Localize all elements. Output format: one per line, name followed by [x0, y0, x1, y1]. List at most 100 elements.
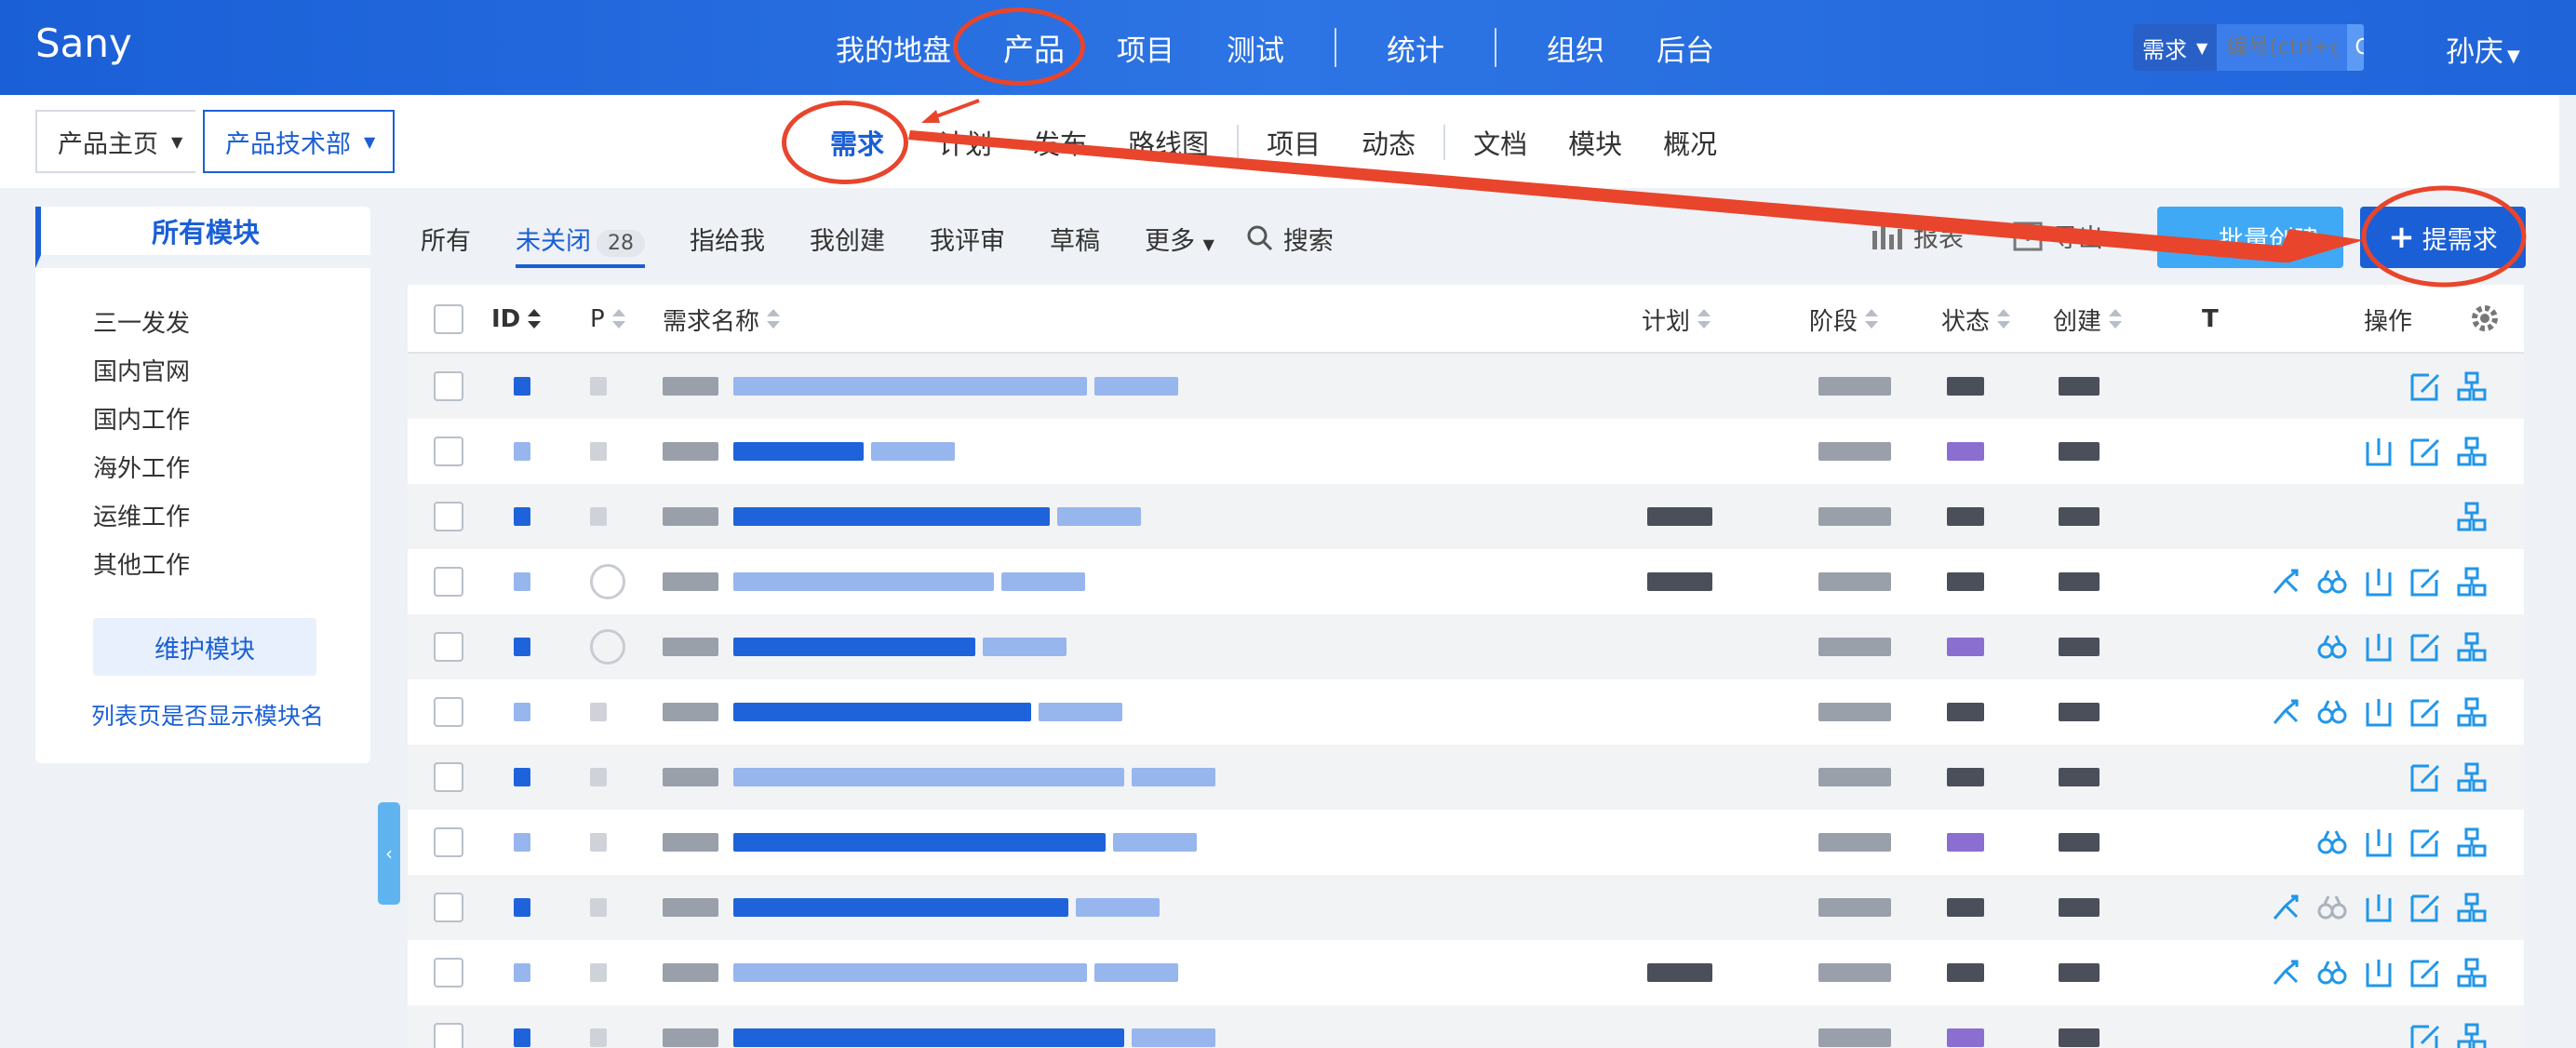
table-row[interactable]	[408, 745, 2524, 810]
close-story-button[interactable]	[2362, 891, 2395, 924]
checkbox[interactable]	[434, 893, 463, 922]
module-item[interactable]: 国内工作	[93, 396, 370, 445]
story-title-link[interactable]	[663, 484, 1141, 549]
subnav-module[interactable]: 模块	[1548, 123, 1643, 162]
module-item[interactable]: 国内官网	[93, 348, 370, 396]
filter-assigned-to-me[interactable]: 指给我	[690, 221, 765, 257]
table-row[interactable]	[408, 484, 2524, 549]
checkbox[interactable]	[434, 827, 463, 857]
filter-search[interactable]: 搜索	[1246, 221, 1334, 257]
add-story-button[interactable]: + 提需求	[2360, 207, 2526, 268]
subnav-project[interactable]: 项目	[1246, 123, 1341, 162]
review-button[interactable]	[2315, 630, 2349, 664]
split-button[interactable]	[2269, 891, 2302, 924]
edit-button[interactable]	[2408, 630, 2442, 664]
nav-admin[interactable]: 后台	[1630, 27, 1740, 69]
checkbox[interactable]	[434, 697, 463, 727]
subnav-release[interactable]: 发布	[1013, 123, 1107, 162]
checkbox[interactable]	[434, 304, 463, 334]
module-item[interactable]: 其他工作	[93, 542, 370, 590]
row-checkbox[interactable]	[434, 354, 463, 419]
edit-button[interactable]	[2408, 891, 2442, 924]
nav-project[interactable]: 项目	[1091, 27, 1201, 69]
module-item[interactable]: 三一发发	[93, 300, 370, 348]
story-title-link[interactable]	[663, 1005, 1215, 1048]
checkbox[interactable]	[434, 567, 463, 597]
search-go-button[interactable]: GO!	[2347, 24, 2364, 71]
nav-test[interactable]: 测试	[1201, 27, 1310, 69]
close-story-button[interactable]	[2362, 956, 2395, 989]
module-tree-header[interactable]: 所有模块	[35, 207, 370, 268]
split-button[interactable]	[2269, 695, 2302, 729]
edit-button[interactable]	[2408, 369, 2442, 403]
story-title-link[interactable]	[663, 745, 1215, 810]
row-checkbox[interactable]	[434, 484, 463, 549]
table-row[interactable]	[408, 679, 2524, 745]
checkbox[interactable]	[434, 958, 463, 988]
create-case-button[interactable]	[2455, 695, 2489, 729]
search-type-select[interactable]: 需求 ▼	[2133, 24, 2218, 71]
create-case-button[interactable]	[2455, 891, 2489, 924]
create-case-button[interactable]	[2455, 630, 2489, 664]
table-row[interactable]	[408, 1005, 2524, 1048]
batch-create-button[interactable]: 批量创建	[2157, 207, 2343, 268]
nav-statistics[interactable]: 统计	[1361, 27, 1470, 69]
export-button[interactable]: 导出	[2012, 218, 2103, 254]
row-checkbox[interactable]	[434, 875, 463, 940]
review-button[interactable]	[2315, 891, 2349, 924]
close-story-button[interactable]	[2362, 630, 2395, 664]
column-t[interactable]: T	[2202, 285, 2219, 354]
row-checkbox[interactable]	[434, 810, 463, 875]
gear-icon[interactable]	[2470, 303, 2500, 333]
close-story-button[interactable]	[2362, 565, 2395, 598]
story-title-link[interactable]	[663, 810, 1197, 875]
story-title-link[interactable]	[663, 419, 955, 484]
show-module-name-link[interactable]: 列表页是否显示模块名	[91, 698, 370, 732]
edit-button[interactable]	[2408, 956, 2442, 989]
breadcrumb-product-select[interactable]: 产品技术部 ▼	[203, 110, 395, 173]
row-checkbox[interactable]	[434, 1005, 463, 1048]
split-button[interactable]	[2269, 565, 2302, 598]
table-row[interactable]	[408, 354, 2524, 419]
story-title-link[interactable]	[663, 354, 1178, 419]
column-title[interactable]: 需求名称	[663, 285, 781, 354]
row-checkbox[interactable]	[434, 745, 463, 810]
user-menu[interactable]: 孙庆 ▼	[2446, 28, 2520, 70]
checkbox[interactable]	[434, 371, 463, 401]
maintain-module-button[interactable]: 维护模块	[93, 618, 316, 676]
module-item[interactable]: 运维工作	[93, 493, 370, 542]
nav-organization[interactable]: 组织	[1521, 27, 1630, 69]
close-story-button[interactable]	[2362, 695, 2395, 729]
filter-unclosed[interactable]: 未关闭 28	[516, 221, 645, 268]
column-stage[interactable]: 阶段	[1809, 285, 1879, 354]
table-row[interactable]	[408, 549, 2524, 614]
edit-button[interactable]	[2408, 435, 2442, 468]
edit-button[interactable]	[2408, 1021, 2442, 1048]
checkbox[interactable]	[434, 502, 463, 531]
story-title-link[interactable]	[663, 875, 1160, 940]
table-row[interactable]	[408, 940, 2524, 1005]
edit-button[interactable]	[2408, 565, 2442, 598]
story-title-link[interactable]	[663, 549, 1085, 614]
create-case-button[interactable]	[2455, 435, 2489, 468]
brand-logo[interactable]: Sany	[35, 20, 132, 66]
edit-button[interactable]	[2408, 760, 2442, 794]
review-button[interactable]	[2315, 565, 2349, 598]
create-case-button[interactable]	[2455, 369, 2489, 403]
row-checkbox[interactable]	[434, 549, 463, 614]
search-id-input[interactable]	[2217, 24, 2348, 71]
create-case-button[interactable]	[2455, 956, 2489, 989]
subnav-roadmap[interactable]: 路线图	[1107, 123, 1229, 162]
close-story-button[interactable]	[2362, 826, 2395, 859]
nav-my-dashboard[interactable]: 我的地盘	[810, 27, 977, 69]
story-title-link[interactable]	[663, 614, 1067, 679]
select-all-checkbox[interactable]	[434, 285, 463, 354]
table-row[interactable]	[408, 810, 2524, 875]
subnav-doc[interactable]: 文档	[1453, 123, 1548, 162]
module-item[interactable]: 海外工作	[93, 445, 370, 493]
filter-all[interactable]: 所有	[421, 221, 471, 257]
review-button[interactable]	[2315, 956, 2349, 989]
filter-created-by-me[interactable]: 我创建	[810, 221, 885, 257]
review-button[interactable]	[2315, 695, 2349, 729]
subnav-plan[interactable]: 计划	[918, 123, 1013, 162]
